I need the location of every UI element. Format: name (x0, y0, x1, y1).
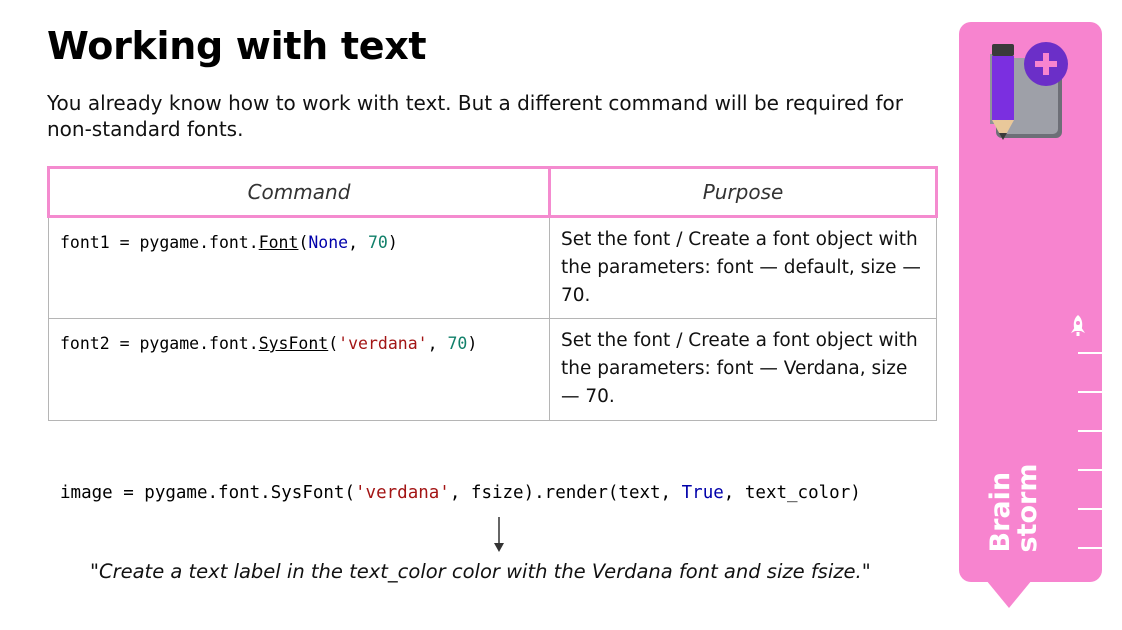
example-caption: "Create a text label in the text_color c… (90, 560, 871, 583)
header-purpose: Purpose (548, 166, 938, 218)
brainstorm-label: Brain storm (985, 463, 1043, 553)
progress-tick (1078, 547, 1102, 549)
keyword-arg: None (308, 233, 349, 252)
progress-tick (1078, 391, 1102, 393)
purpose-cell: Set the font / Create a font object with… (549, 216, 937, 319)
purpose-cell: Set the font / Create a font object with… (549, 318, 937, 421)
down-arrow-icon (494, 517, 504, 552)
number-arg: 70 (368, 233, 388, 252)
command-table: Command Purpose font1 = pygame.font.Font… (47, 166, 938, 421)
pencil-notebook-plus-icon (990, 42, 1068, 140)
string-arg: 'verdana' (338, 334, 428, 353)
slide-title: Working with text (47, 24, 427, 68)
example-code: image = pygame.font.SysFont('verdana', f… (60, 483, 861, 503)
header-command: Command (47, 166, 551, 218)
string-arg: 'verdana' (355, 483, 450, 503)
table-row: font2 = pygame.font.SysFont('verdana', 7… (48, 318, 937, 421)
command-cell: font1 = pygame.font.Font(None, 70) (48, 216, 550, 319)
progress-tick (1078, 352, 1102, 354)
function-name: SysFont (258, 334, 329, 353)
function-name: Font (258, 233, 299, 252)
rocket-icon (1071, 315, 1085, 336)
progress-tick (1078, 469, 1102, 471)
slide-intro: You already know how to work with text. … (47, 91, 903, 141)
table-row: font1 = pygame.font.Font(None, 70) Set t… (48, 216, 937, 319)
progress-tick (1078, 430, 1102, 432)
number-arg: 70 (447, 334, 468, 353)
keyword-arg: True (681, 483, 724, 503)
sidebar-pointer-icon (986, 580, 1032, 608)
progress-tick (1078, 508, 1102, 510)
table-header-row: Command Purpose (47, 166, 938, 218)
command-cell: font2 = pygame.font.SysFont('verdana', 7… (48, 318, 550, 421)
